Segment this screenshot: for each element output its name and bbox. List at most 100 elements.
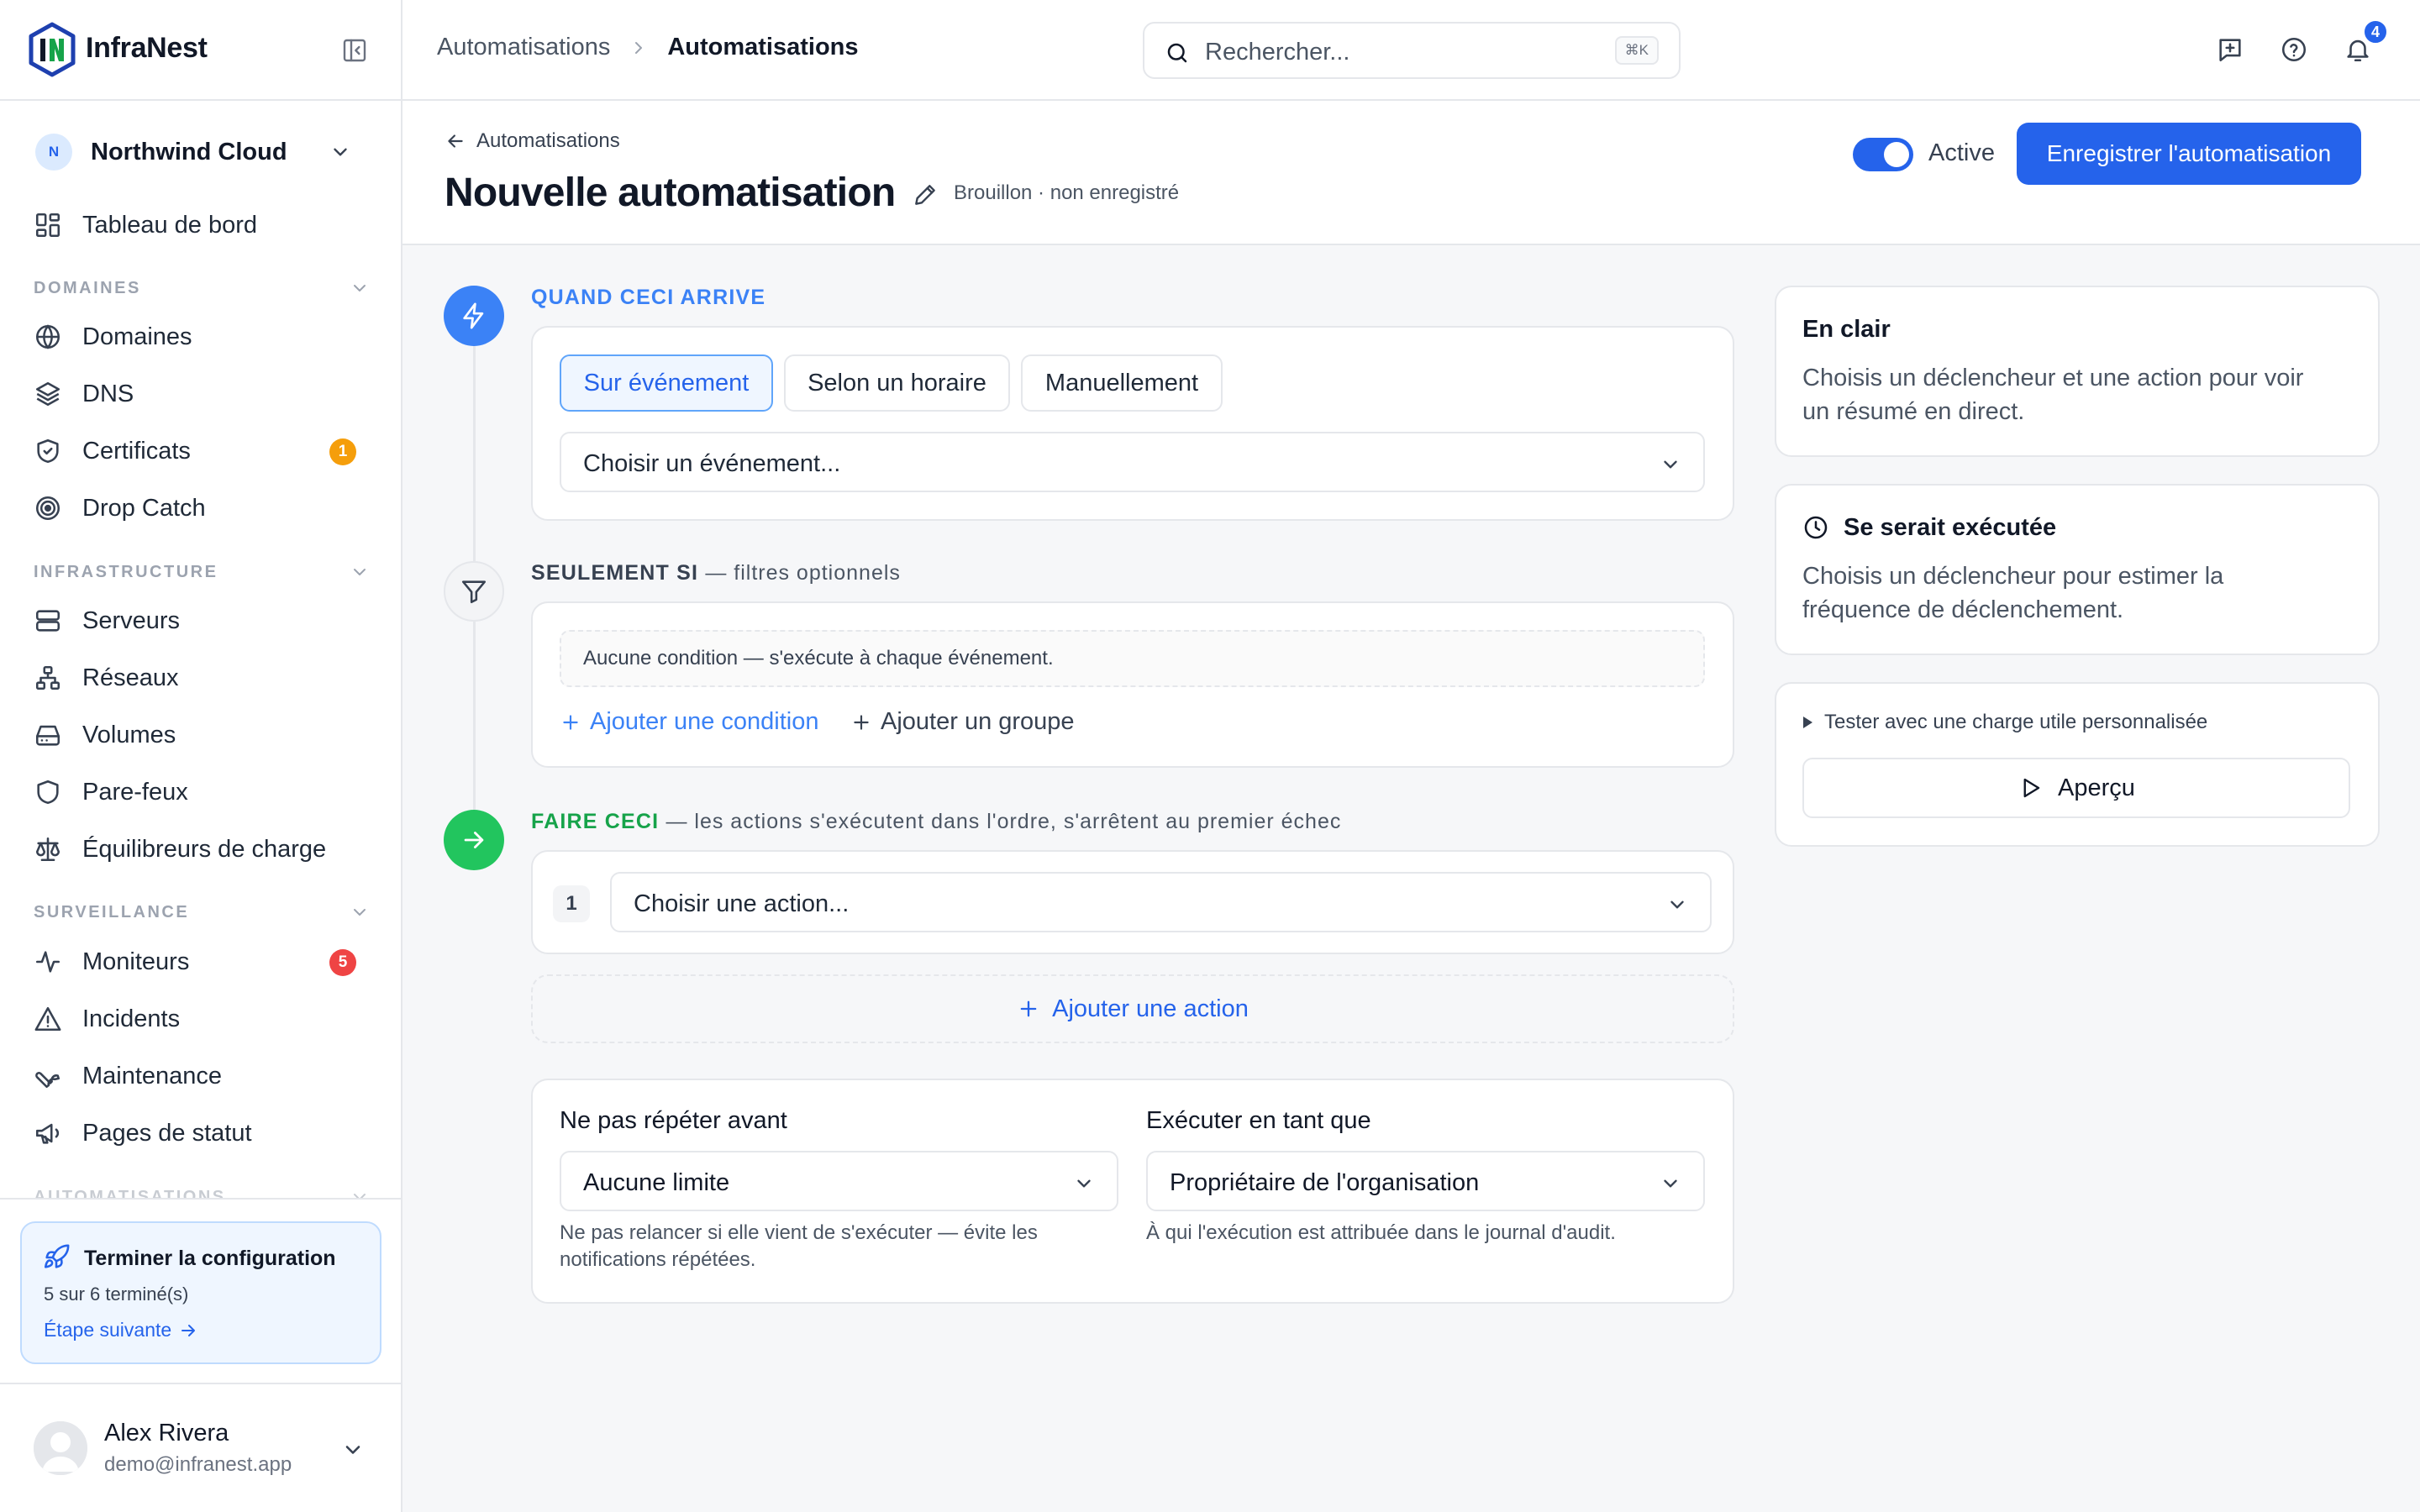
setup-title: Terminer la configuration <box>84 1247 336 1270</box>
collapse-sidebar-icon[interactable] <box>341 37 368 64</box>
toggle-knob <box>1884 142 1909 167</box>
sidebar-item-monitors[interactable]: Moniteurs 5 <box>20 938 381 985</box>
app-name: InfraNest <box>86 32 208 64</box>
action-select[interactable]: Choisir une action... <box>610 872 1712 932</box>
chevron-down-icon <box>1666 894 1688 916</box>
throttle-help: Ne pas relancer si elle vient de s'exécu… <box>560 1220 1118 1273</box>
plus-icon <box>1020 1000 1037 1017</box>
tab-on-event[interactable]: Sur événement <box>560 354 773 412</box>
save-automation-button[interactable]: Enregistrer l'automatisation <box>2017 123 2361 185</box>
chevron-down-icon <box>1073 1173 1095 1194</box>
feedback-icon[interactable] <box>2216 35 2244 64</box>
sidebar-item-label: Volumes <box>82 721 176 748</box>
sidebar-item-firewalls[interactable]: Pare-feux <box>20 769 381 816</box>
nav-section-label: DOMAINES <box>34 278 141 297</box>
event-select-placeholder: Choisir un événement... <box>583 450 841 477</box>
sidebar-item-load-balancers[interactable]: Équilibreurs de charge <box>20 826 381 873</box>
summary-title: En clair <box>1802 316 1891 343</box>
sidebar-item-label: Réseaux <box>82 664 179 691</box>
sidebar-item-maintenance[interactable]: Maintenance <box>20 1053 381 1100</box>
sidebar-item-label: Moniteurs <box>82 948 190 975</box>
app-logo[interactable] <box>27 22 77 77</box>
chevron-right-icon <box>629 38 649 58</box>
sidebar-item-drop-catch[interactable]: Drop Catch <box>20 485 381 532</box>
sidebar-item-networks[interactable]: Réseaux <box>20 654 381 701</box>
tab-manual[interactable]: Manuellement <box>1021 354 1223 412</box>
chevron-down-icon <box>350 902 370 922</box>
setup-panel: Terminer la configuration 5 sur 6 termin… <box>0 1198 401 1383</box>
sidebar-item-servers[interactable]: Serveurs <box>20 597 381 644</box>
search-input[interactable]: Rechercher... ⌘K <box>1143 22 1681 79</box>
active-toggle[interactable] <box>1853 138 1913 171</box>
nav-section-domains[interactable]: DOMAINES <box>34 276 370 301</box>
run-as-value: Propriétaire de l'organisation <box>1170 1169 1480 1196</box>
breadcrumb-link[interactable]: Automatisations <box>437 34 610 61</box>
frequency-line: Choisis un déclencheur pour estimer la <box>1802 563 2224 590</box>
breadcrumb-current: Automatisations <box>667 34 859 60</box>
filter-label: SEULEMENT SI <box>531 561 699 585</box>
add-action-button[interactable]: Ajouter une action <box>531 974 1734 1043</box>
throttle-help-line: Ne pas relancer si elle vient de s'exécu… <box>560 1221 1038 1244</box>
sidebar-item-domains[interactable]: Domaines <box>20 313 381 360</box>
sidebar-item-dashboard[interactable]: Tableau de bord <box>20 202 381 249</box>
tester-toggle[interactable]: Tester avec une charge utile personnalis… <box>1803 711 2207 734</box>
draft-status: Brouillon · non enregistré <box>954 181 1180 204</box>
sidebar-item-incidents[interactable]: Incidents <box>20 995 381 1042</box>
back-link-label: Automatisations <box>476 129 620 152</box>
sidebar-item-label: Maintenance <box>82 1062 223 1089</box>
breadcrumb: Automatisations Automatisations <box>437 34 859 61</box>
user-menu[interactable]: Alex Rivera demo@infranest.app <box>0 1383 401 1512</box>
sidebar-item-certificates[interactable]: Certificats 1 <box>20 428 381 475</box>
arrow-right-icon <box>464 832 484 848</box>
layers-icon <box>34 380 62 408</box>
sidebar-item-label: Tableau de bord <box>82 211 257 239</box>
preview-button[interactable]: Aperçu <box>1802 758 2350 818</box>
event-select[interactable]: Choisir un événement... <box>560 432 1705 492</box>
tab-on-schedule[interactable]: Selon un horaire <box>784 354 1010 412</box>
run-as-label: Exécuter en tant que <box>1146 1107 1371 1134</box>
summary-line: un résumé en direct. <box>1802 398 2025 425</box>
trigger-step-label: QUAND CECI ARRIVE <box>531 286 765 310</box>
chevron-down-icon <box>350 562 370 582</box>
sidebar-item-label: Domaines <box>82 323 192 350</box>
summary-line: Choisis un déclencheur et une action pou… <box>1802 365 2304 391</box>
trigger-step-dot <box>444 286 504 346</box>
layout-dashboard-icon <box>34 211 62 239</box>
sidebar-item-label: DNS <box>82 380 134 407</box>
help-icon[interactable] <box>2280 35 2308 64</box>
sidebar-item-label: Drop Catch <box>82 494 206 522</box>
sidebar-item-label: Incidents <box>82 1005 181 1032</box>
add-group-button[interactable]: Ajouter un groupe <box>850 708 1075 736</box>
certificates-badge: 1 <box>329 438 356 465</box>
pencil-icon[interactable] <box>912 181 939 208</box>
caret-right-icon <box>1803 717 1812 728</box>
throttle-label: Ne pas répéter avant <box>560 1107 787 1134</box>
alert-triangle-icon <box>34 1005 62 1033</box>
setup-next-label: Étape suivante <box>44 1319 172 1341</box>
sidebar-item-volumes[interactable]: Volumes <box>20 711 381 759</box>
zap-icon <box>463 302 484 329</box>
sidebar-item-dns[interactable]: DNS <box>20 370 381 417</box>
globe-icon <box>34 323 62 351</box>
setup-next-link[interactable]: Étape suivante <box>44 1319 198 1341</box>
plus-icon <box>563 714 578 730</box>
sidebar-item-label: Équilibreurs de charge <box>82 835 327 863</box>
nav-section-monitoring[interactable]: SURVEILLANCE <box>34 900 370 925</box>
sidebar-item-label: Certificats <box>82 437 191 465</box>
chevron-down-icon <box>329 141 351 163</box>
sidebar-item-label: Serveurs <box>82 606 181 634</box>
nav-section-infrastructure[interactable]: INFRASTRUCTURE <box>34 559 370 585</box>
shield-check-icon <box>34 437 62 465</box>
throttle-select[interactable]: Aucune limite <box>560 1151 1118 1211</box>
sidebar-item-status-pages[interactable]: Pages de statut <box>20 1110 381 1157</box>
org-switcher[interactable]: N Northwind Cloud <box>20 128 381 176</box>
sidebar-item-label: Pages de statut <box>82 1119 252 1147</box>
notification-badge: 4 <box>2362 18 2389 45</box>
back-link[interactable]: Automatisations <box>445 129 620 153</box>
monitors-badge: 5 <box>329 949 356 976</box>
run-as-select[interactable]: Propriétaire de l'organisation <box>1146 1151 1705 1211</box>
setup-card: Terminer la configuration 5 sur 6 termin… <box>20 1221 381 1364</box>
chevron-down-icon <box>350 278 370 298</box>
add-condition-button[interactable]: Ajouter une condition <box>560 708 818 736</box>
add-action-label: Ajouter une action <box>1052 995 1249 1022</box>
